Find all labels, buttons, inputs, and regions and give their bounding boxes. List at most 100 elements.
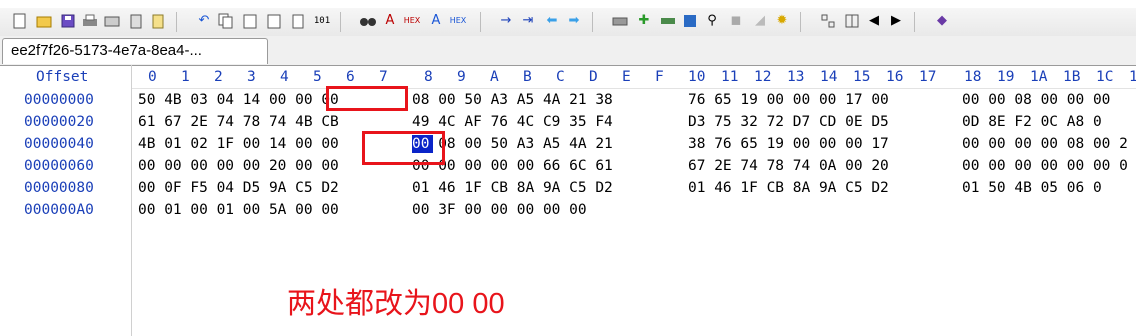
column-header: 14 [820,69,838,85]
row-offset: 00000040 [24,136,94,152]
hex-bytes[interactable]: 49 4C AF 76 4C C9 35 F4 [412,113,613,131]
print-icon[interactable] [82,13,98,29]
column-header: 3 [247,69,256,85]
hex-bytes[interactable]: 00 01 00 01 00 5A 00 00 [138,201,339,219]
column-header: 10 [688,69,706,85]
column-header: D [589,69,598,85]
hex-bytes[interactable]: 61 67 2E 74 78 74 4B CB [138,113,339,131]
properties-icon[interactable] [104,13,120,29]
row-offset: 00000060 [24,158,94,174]
column-header: 19 [997,69,1015,85]
column-header: 6 [346,69,355,85]
open-file-icon[interactable] [36,13,52,29]
new-file-icon[interactable] [12,13,28,29]
toolbar: ↶ 101 A HEX A HEX → ⇥ ⬅ ➡ ✚ ⚲ ◼ ◢ ✹ ◀ ▶ … [0,8,1136,37]
column-header: 8 [424,69,433,85]
column-header: 1B [1063,69,1081,85]
hex-bytes[interactable]: 01 46 1F CB 8A 9A C5 D2 [688,179,889,197]
clipboard-icon[interactable] [128,13,144,29]
row-offset: 000000A0 [24,202,94,218]
column-header: 4 [280,69,289,85]
find-hex-icon[interactable]: HEX [404,13,421,29]
column-header: 18 [964,69,982,85]
hex-bytes[interactable]: 50 4B 03 04 14 00 00 00 [138,91,339,109]
save-icon[interactable] [60,13,76,29]
goto-sector-icon[interactable]: ⇥ [520,13,536,29]
column-header: 9 [457,69,466,85]
hex-bytes[interactable]: 00 3F 00 00 00 00 00 [412,201,587,219]
column-header: 1A [1030,69,1048,85]
calculator-icon[interactable] [682,13,698,29]
help-book-icon[interactable]: ◆ [934,13,950,29]
hex-bytes[interactable]: 00 00 08 00 00 00 [962,91,1110,109]
hex-bytes[interactable]: 00 00 00 00 08 00 2 [962,135,1128,153]
disk-icon[interactable] [612,13,628,29]
undo-icon[interactable]: ↶ [196,13,212,29]
column-header: 2 [214,69,223,85]
gear-icon[interactable]: ✹ [774,13,790,29]
tab-strip: ee2f7f26-5173-4e7a-8ea4-... [0,36,1136,66]
column-header: 16 [886,69,904,85]
hex-bytes[interactable]: 38 76 65 19 00 00 00 17 [688,135,889,153]
row-offset: 00000080 [24,180,94,196]
column-header: 17 [919,69,937,85]
paste-icon[interactable] [242,13,258,29]
column-header: 0 [148,69,157,85]
column-header: 1D [1129,69,1136,85]
goto-offset-icon[interactable]: → [498,13,514,29]
column-header: B [523,69,532,85]
file-tab[interactable]: ee2f7f26-5173-4e7a-8ea4-... [2,38,268,64]
hex-bytes[interactable]: 0D 8E F2 0C A8 0 [962,113,1102,131]
hex-bytes[interactable]: 4B 01 02 1F 00 14 00 00 [138,135,339,153]
column-header: 12 [754,69,772,85]
find-text-icon[interactable]: A [382,13,398,29]
hex-bytes[interactable]: 00 00 00 00 00 20 00 00 [138,157,339,175]
previous-icon[interactable]: ◀ [866,13,882,29]
hex-editor[interactable]: Offset 0 1 2 3 4 5 6 7 8 9 A B C D E F 1… [0,65,1136,336]
hex-bytes[interactable]: 01 46 1F CB 8A 9A C5 D2 [412,179,613,197]
ram-icon[interactable] [660,13,676,29]
hex-bytes[interactable]: 08 00 50 A3 A5 4A 21 38 [412,91,613,109]
fill-block-icon[interactable] [290,13,306,29]
offset-header: Offset [36,69,89,85]
hex-bytes[interactable]: 00 0F F5 04 D5 9A C5 D2 [138,179,339,197]
hex-bytes[interactable]: 76 65 19 00 00 00 17 00 [688,91,889,109]
row-offset: 00000000 [24,92,94,108]
navigate-back-icon[interactable]: ⬅ [544,13,560,29]
view-icon[interactable]: ◼ [728,13,744,29]
highlight-box-1 [326,86,408,111]
column-header: C [556,69,565,85]
paste-special-icon[interactable] [266,13,282,29]
navigate-forward-icon[interactable]: ➡ [566,13,582,29]
column-header: F [655,69,664,85]
column-header: E [622,69,631,85]
column-header: 11 [721,69,739,85]
column-header: 7 [379,69,388,85]
hex-bytes[interactable]: 00 00 00 00 00 00 0 [962,157,1128,175]
row-offset: 00000020 [24,114,94,130]
column-header: 13 [787,69,805,85]
find-icon[interactable] [360,13,376,29]
annotation-note: 两处都改为00 00 [287,288,505,320]
column-header: 5 [313,69,322,85]
copy-icon[interactable] [218,13,234,29]
templates-icon[interactable]: ◢ [752,13,768,29]
hex-bytes[interactable]: 01 50 4B 05 06 0 [962,179,1102,197]
hex-bytes[interactable]: 67 2E 74 78 74 0A 00 20 [688,157,889,175]
next-add-icon[interactable]: ▶ [888,13,904,29]
highlight-box-2 [362,131,445,165]
hex-bytes[interactable]: D3 75 32 72 D7 CD 0E D5 [688,113,889,131]
menu-bar[interactable] [0,0,1136,4]
replace-hex-icon[interactable]: HEX [450,13,467,29]
column-header: 15 [853,69,871,85]
edit-icon[interactable] [150,13,166,29]
column-header: 1C [1096,69,1114,85]
layout-icon[interactable] [820,13,836,29]
binary-icon[interactable]: 101 [314,13,330,29]
grid-icon[interactable] [844,13,860,29]
disk-tools-icon[interactable]: ✚ [636,13,652,29]
column-header: A [490,69,499,85]
zoom-icon[interactable]: ⚲ [704,13,720,29]
replace-text-icon[interactable]: A [428,13,444,29]
column-header: 1 [181,69,190,85]
